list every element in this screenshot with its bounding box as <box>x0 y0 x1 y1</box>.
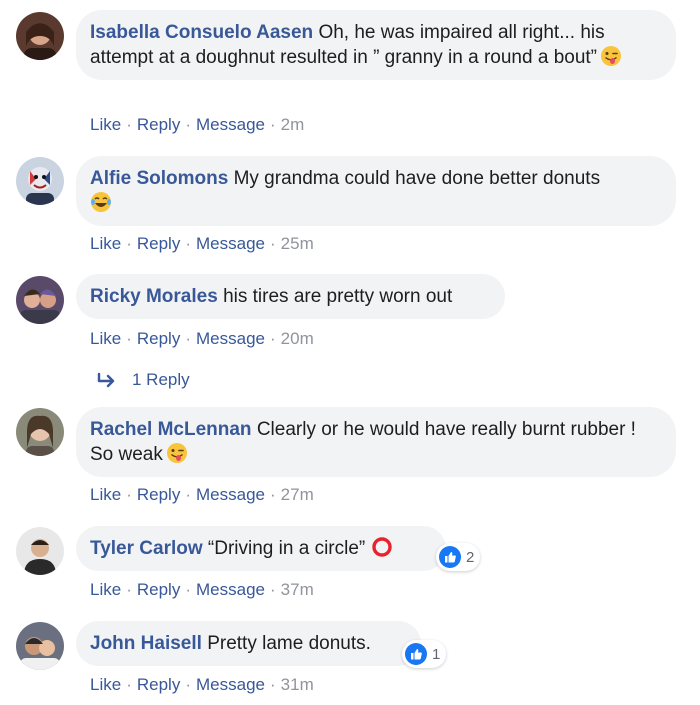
comment-actions: Like · Reply · Message · 25m <box>90 234 314 253</box>
like-reaction-icon <box>404 642 428 666</box>
comment-bubble: Alfie Solomons My grandma could have don… <box>76 156 676 226</box>
reply-arrow-icon <box>96 371 118 389</box>
winking-tongue-emoji-icon <box>600 45 622 67</box>
comment-timestamp[interactable]: 31m <box>281 675 314 694</box>
comment-author[interactable]: Ricky Morales <box>90 286 218 307</box>
like-link[interactable]: Like <box>90 675 121 694</box>
comment-bubble: Tyler Carlow “Driving in a circle” <box>76 526 446 571</box>
comment-actions: Like · Reply · Message · 2m <box>90 115 305 134</box>
comment-author[interactable]: Tyler Carlow <box>90 538 203 559</box>
message-link[interactable]: Message <box>196 329 265 348</box>
like-link[interactable]: Like <box>90 234 121 253</box>
comment-text: his tires are pretty worn out <box>223 286 453 307</box>
comment-timestamp[interactable]: 25m <box>281 234 314 253</box>
reply-link[interactable]: Reply <box>137 329 180 348</box>
message-link[interactable]: Message <box>196 115 265 134</box>
reply-link[interactable]: Reply <box>137 115 180 134</box>
like-link[interactable]: Like <box>90 580 121 599</box>
comment-timestamp[interactable]: 20m <box>281 329 314 348</box>
comment-author[interactable]: Isabella Consuelo Aasen <box>90 22 313 43</box>
red-circle-emoji-icon <box>371 536 393 558</box>
avatar[interactable] <box>16 12 64 60</box>
comment-actions: Like · Reply · Message · 31m <box>90 675 314 694</box>
comment-bubble: John Haisell Pretty lame donuts. <box>76 621 421 666</box>
winking-tongue-emoji-icon <box>166 442 188 464</box>
avatar[interactable] <box>16 622 64 670</box>
reaction-count: 1 <box>432 645 441 663</box>
comment-text: My grandma could have done better donuts <box>233 168 601 189</box>
avatar[interactable] <box>16 527 64 575</box>
avatar[interactable] <box>16 157 64 205</box>
comment-author[interactable]: Rachel McLennan <box>90 419 252 440</box>
comment-timestamp[interactable]: 27m <box>281 485 314 504</box>
like-link[interactable]: Like <box>90 485 121 504</box>
reply-link[interactable]: Reply <box>137 580 180 599</box>
reply-link[interactable]: Reply <box>137 485 180 504</box>
comment-timestamp[interactable]: 37m <box>281 580 314 599</box>
avatar[interactable] <box>16 408 64 456</box>
comment-bubble: Rachel McLennan Clearly or he would have… <box>76 407 676 477</box>
comment-author[interactable]: Alfie Solomons <box>90 168 228 189</box>
comment-text: Pretty lame donuts. <box>207 633 371 654</box>
message-link[interactable]: Message <box>196 675 265 694</box>
comment-actions: Like · Reply · Message · 20m <box>90 329 314 348</box>
reaction-summary[interactable]: 2 <box>436 543 481 571</box>
view-replies-link[interactable]: 1 Reply <box>96 370 190 390</box>
replies-count-label[interactable]: 1 Reply <box>132 370 190 390</box>
comment-bubble: Isabella Consuelo Aasen Oh, he was impai… <box>76 10 676 80</box>
comment-timestamp[interactable]: 2m <box>281 115 305 134</box>
message-link[interactable]: Message <box>196 234 265 253</box>
like-reaction-icon <box>438 545 462 569</box>
like-link[interactable]: Like <box>90 329 121 348</box>
comment-bubble: Ricky Morales his tires are pretty worn … <box>76 274 505 319</box>
comment-actions: Like · Reply · Message · 37m <box>90 580 314 599</box>
message-link[interactable]: Message <box>196 485 265 504</box>
tears-of-joy-emoji-icon <box>90 191 112 213</box>
reply-link[interactable]: Reply <box>137 675 180 694</box>
like-link[interactable]: Like <box>90 115 121 134</box>
message-link[interactable]: Message <box>196 580 265 599</box>
comment-author[interactable]: John Haisell <box>90 633 202 654</box>
reaction-summary[interactable]: 1 <box>402 640 447 668</box>
reply-link[interactable]: Reply <box>137 234 180 253</box>
avatar[interactable] <box>16 276 64 324</box>
reaction-count: 2 <box>466 548 475 566</box>
comment-actions: Like · Reply · Message · 27m <box>90 485 314 504</box>
comment-text: “Driving in a circle” <box>207 538 366 559</box>
